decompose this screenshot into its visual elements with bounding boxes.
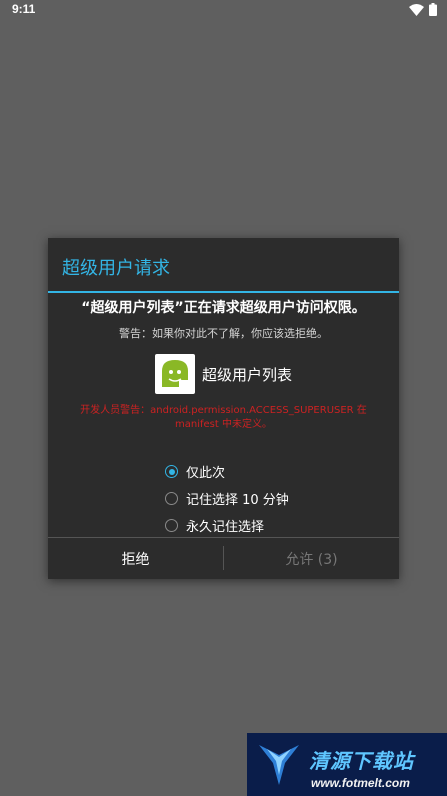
title-divider xyxy=(48,291,399,293)
battery-icon xyxy=(429,1,437,20)
status-time: 9:11 xyxy=(12,2,36,16)
option-label: 记住选择 10 分钟 xyxy=(186,493,289,508)
app-name: 超级用户列表 xyxy=(202,365,293,384)
wifi-icon xyxy=(409,1,424,20)
option-label: 永久记住选择 xyxy=(186,520,265,535)
watermark-title: 清源下载站 xyxy=(309,749,414,773)
superuser-app-icon xyxy=(155,354,195,394)
radio-unchecked-icon[interactable] xyxy=(165,492,178,505)
option-10-minutes[interactable]: 记住选择 10 分钟 xyxy=(165,485,289,512)
watermark-logo-icon xyxy=(257,741,301,791)
superuser-request-dialog: 超级用户请求 “超级用户列表”正在请求超级用户访问权限。 警告：如果你对此不了解… xyxy=(48,238,399,579)
deny-button[interactable]: 拒绝 xyxy=(48,538,223,579)
option-once[interactable]: 仅此次 xyxy=(165,458,289,485)
radio-unchecked-icon[interactable] xyxy=(165,519,178,532)
app-row: 超级用户列表 xyxy=(155,354,292,394)
status-icons xyxy=(409,1,437,20)
developer-warning: 开发人员警告：android.permission.ACCESS_SUPERUS… xyxy=(80,405,367,430)
request-message: “超级用户列表”正在请求超级用户访问权限。 xyxy=(81,300,366,316)
status-bar: 9:11 xyxy=(0,0,447,20)
option-label: 仅此次 xyxy=(186,466,226,481)
site-watermark: 清源下载站 www.fotmelt.com xyxy=(247,733,447,796)
watermark-url: www.fotmelt.com xyxy=(311,776,410,790)
allow-button[interactable]: 允许 (3) xyxy=(224,538,399,579)
remember-options: 仅此次 记住选择 10 分钟 永久记住选择 xyxy=(165,458,289,539)
radio-checked-icon[interactable] xyxy=(165,465,178,478)
warning-text: 警告：如果你对此不了解，你应该选拒绝。 xyxy=(119,327,328,340)
dialog-title: 超级用户请求 xyxy=(62,258,170,279)
option-forever[interactable]: 永久记住选择 xyxy=(165,512,289,539)
